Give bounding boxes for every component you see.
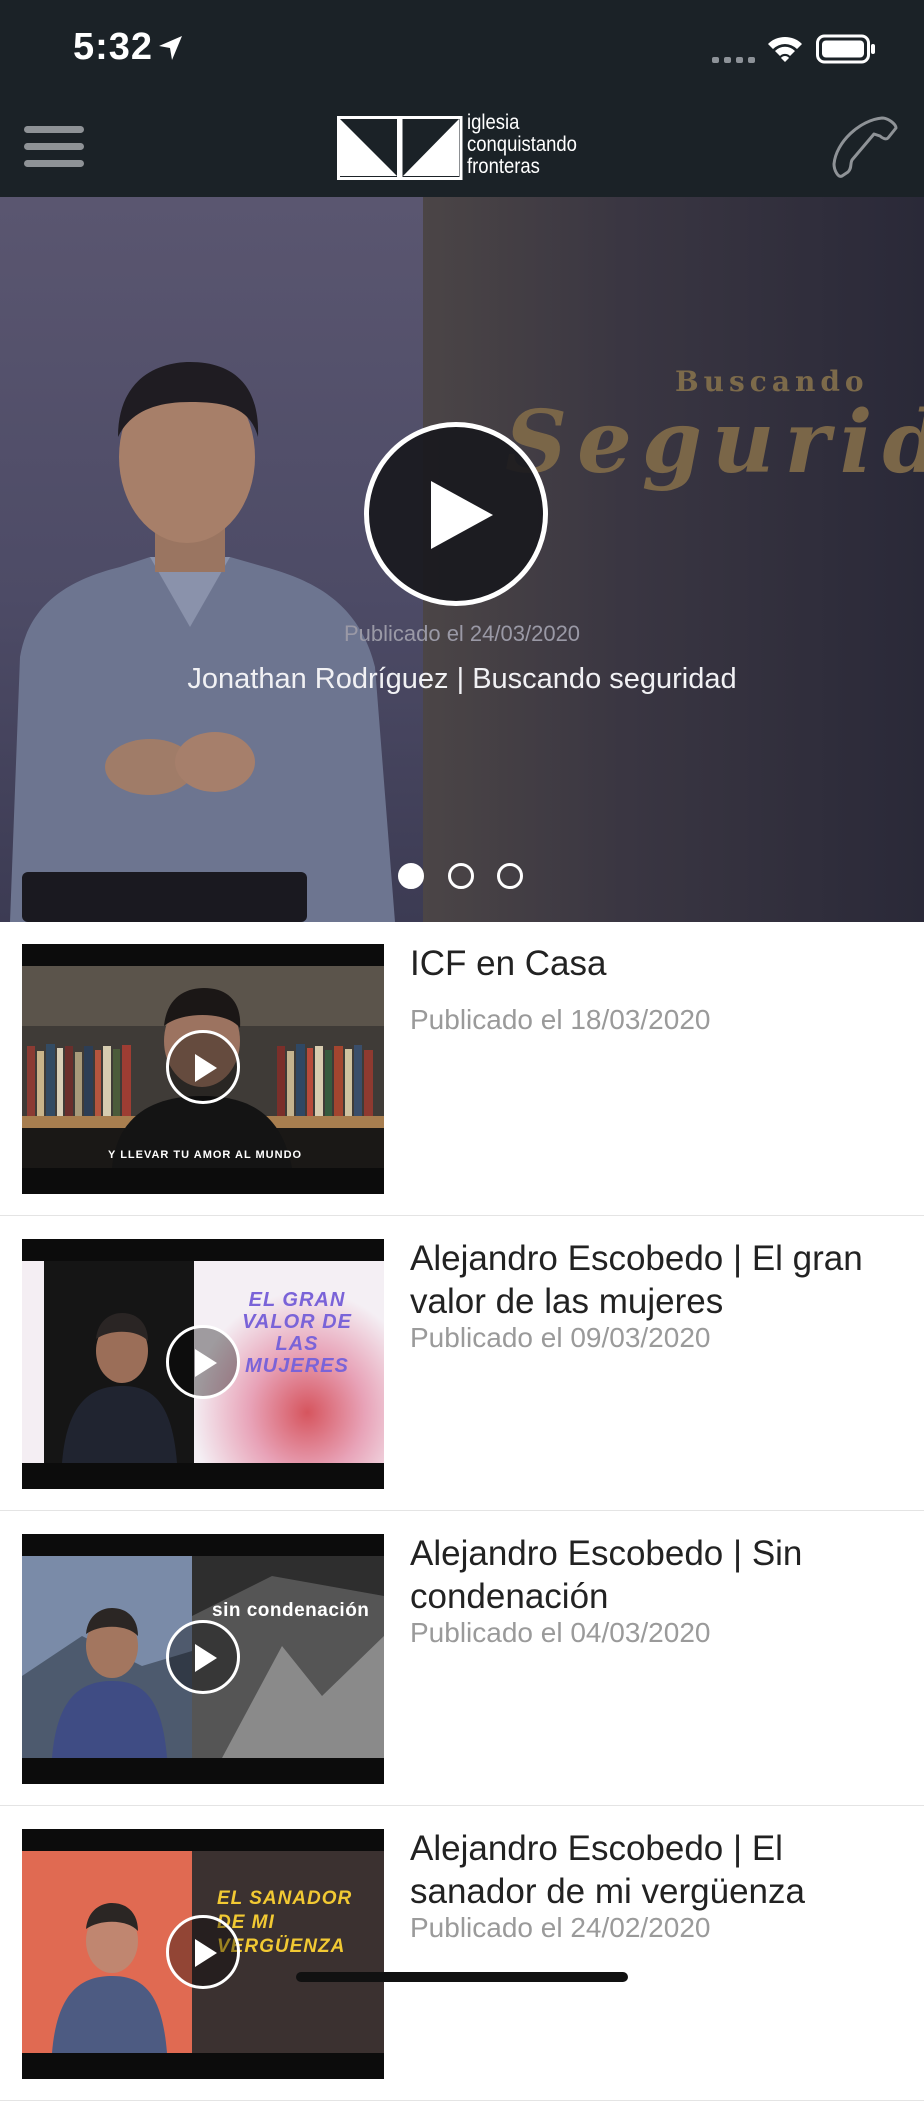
video-list-item[interactable]: EL SANADOR DE MI VERGÜENZA Alejandro Esc… <box>0 1807 924 2101</box>
phone-icon[interactable] <box>830 112 900 182</box>
video-title: Alejandro Escobedo | Sin condenación <box>410 1534 803 1616</box>
hero-title[interactable]: Jonathan Rodríguez | Buscando seguridad <box>0 663 924 696</box>
video-thumbnail[interactable]: EL SANADOR DE MI VERGÜENZA <box>22 1829 384 2079</box>
play-button[interactable] <box>166 1915 240 1989</box>
video-date: Publicado el 04/03/2020 <box>410 1617 711 1648</box>
video-thumbnail[interactable]: sin condenación <box>22 1534 384 1784</box>
hamburger-menu-icon[interactable] <box>24 124 86 170</box>
video-date: Publicado el 18/03/2020 <box>410 1004 711 1035</box>
video-thumbnail[interactable]: Y LLEVAR TU AMOR AL MUNDO <box>22 944 384 1194</box>
hero-play-button[interactable] <box>364 422 548 606</box>
carousel-dot-1[interactable] <box>398 863 424 889</box>
video-title: Alejandro Escobedo | El gran valor de la… <box>410 1239 863 1321</box>
thumbnail-caption: Y LLEVAR TU AMOR AL MUNDO <box>108 1149 303 1161</box>
video-list-item[interactable]: EL GRAN VALOR DE LAS MUJERES Alejandro E… <box>0 1217 924 1511</box>
logo-mark <box>337 116 463 180</box>
home-indicator[interactable] <box>296 1972 628 1982</box>
thumbnail-caption: sin condenación <box>212 1600 370 1621</box>
play-icon <box>195 1939 217 1967</box>
carousel-dot-3[interactable] <box>497 863 523 889</box>
video-list-item[interactable]: sin condenación Alejandro Escobedo | Sin… <box>0 1512 924 1806</box>
play-icon <box>195 1644 217 1672</box>
logo-text: iglesia conquistando fronteras <box>467 111 577 178</box>
location-arrow-icon <box>159 36 182 60</box>
play-button[interactable] <box>166 1030 240 1104</box>
video-title: ICF en Casa <box>410 944 607 983</box>
video-title: Alejandro Escobedo | El sanador de mi ve… <box>410 1829 805 1911</box>
video-date: Publicado el 09/03/2020 <box>410 1322 711 1353</box>
hero-background-title: Segurid <box>505 392 924 493</box>
battery-icon <box>816 34 875 64</box>
signal-icon <box>712 57 755 63</box>
thumbnail-caption: EL GRAN VALOR DE LAS MUJERES <box>242 1289 352 1377</box>
featured-video-hero[interactable]: Buscando Segurid Publicado el 24/03/2020… <box>0 197 924 922</box>
video-date: Publicado el 24/02/2020 <box>410 1912 711 1943</box>
play-button[interactable] <box>166 1325 240 1399</box>
play-button[interactable] <box>166 1620 240 1694</box>
video-thumbnail[interactable]: EL GRAN VALOR DE LAS MUJERES <box>22 1239 384 1489</box>
wifi-icon <box>768 36 802 62</box>
play-icon <box>431 481 493 549</box>
play-icon <box>195 1349 217 1377</box>
carousel-dot-2[interactable] <box>448 863 474 889</box>
church-logo: iglesia conquistando fronteras <box>337 112 587 182</box>
carousel-pagination <box>398 863 528 893</box>
video-list-item[interactable]: Y LLEVAR TU AMOR AL MUNDO ICF en Casa Pu… <box>0 922 924 1216</box>
play-icon <box>195 1054 217 1082</box>
hero-date: Publicado el 24/03/2020 <box>343 621 581 646</box>
top-bar: 5:32 iglesia conquistando fronteras <box>0 0 924 197</box>
status-time: 5:32 <box>73 26 154 68</box>
